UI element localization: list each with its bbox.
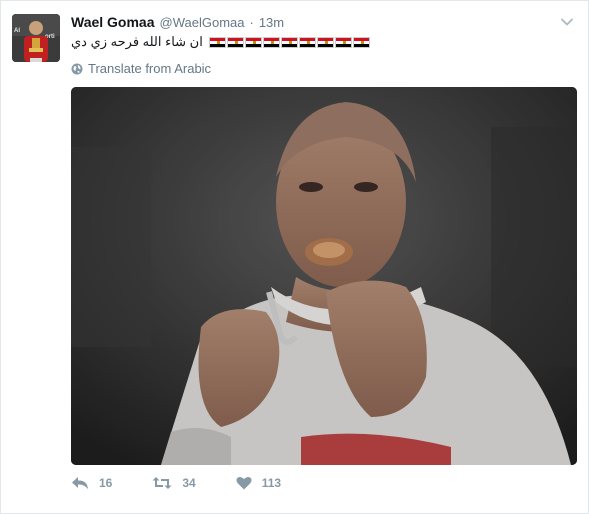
translate-link[interactable]: Translate from Arabic <box>71 61 211 76</box>
retweet-count: 34 <box>182 476 196 490</box>
tweet-text: ان شاء الله فرحه زي دي <box>71 34 370 50</box>
reply-count: 16 <box>99 476 113 490</box>
tweet-header: Wael Gomaa @WaelGomaa · 13m <box>71 14 284 34</box>
reply-icon <box>72 477 88 489</box>
globe-icon <box>71 63 83 74</box>
separator-dot: · <box>249 15 254 30</box>
egypt-flags <box>208 36 370 48</box>
svg-text:Al: Al <box>14 28 20 34</box>
heart-icon <box>236 477 252 490</box>
player-kissing-medal-photo <box>71 87 577 465</box>
egypt-flag-emoji <box>262 36 280 48</box>
egypt-flag-emoji <box>226 36 244 48</box>
translate-label[interactable]: Translate from Arabic <box>88 61 211 76</box>
like-count: 113 <box>261 476 282 490</box>
egypt-flag-emoji <box>208 36 226 48</box>
egypt-flag-emoji <box>298 36 316 48</box>
tweet-photo[interactable] <box>71 87 577 465</box>
like-button[interactable]: 113 <box>236 476 281 490</box>
avatar-image: Al orti <box>12 14 60 62</box>
egypt-flag-emoji <box>316 36 334 48</box>
chevron-down-icon[interactable] <box>560 15 574 29</box>
retweet-button[interactable]: 34 <box>152 476 196 490</box>
author-name[interactable]: Wael Gomaa <box>71 14 155 30</box>
egypt-flag-emoji <box>352 36 370 48</box>
tweet-text-arabic: ان شاء الله فرحه زي دي <box>71 34 203 49</box>
egypt-flag-emoji <box>244 36 262 48</box>
avatar[interactable]: Al orti <box>12 14 60 62</box>
egypt-flag-emoji <box>334 36 352 48</box>
author-username[interactable]: @WaelGomaa <box>160 15 245 30</box>
retweet-icon <box>152 477 172 489</box>
tweet-timestamp[interactable]: 13m <box>259 15 284 30</box>
egypt-flag-emoji <box>280 36 298 48</box>
tweet-card[interactable]: Al orti Wael Gomaa @WaelGomaa · 13m ان ش… <box>0 0 589 514</box>
reply-button[interactable]: 16 <box>71 476 112 490</box>
tweet-actions: 16 34 113 <box>71 476 321 490</box>
